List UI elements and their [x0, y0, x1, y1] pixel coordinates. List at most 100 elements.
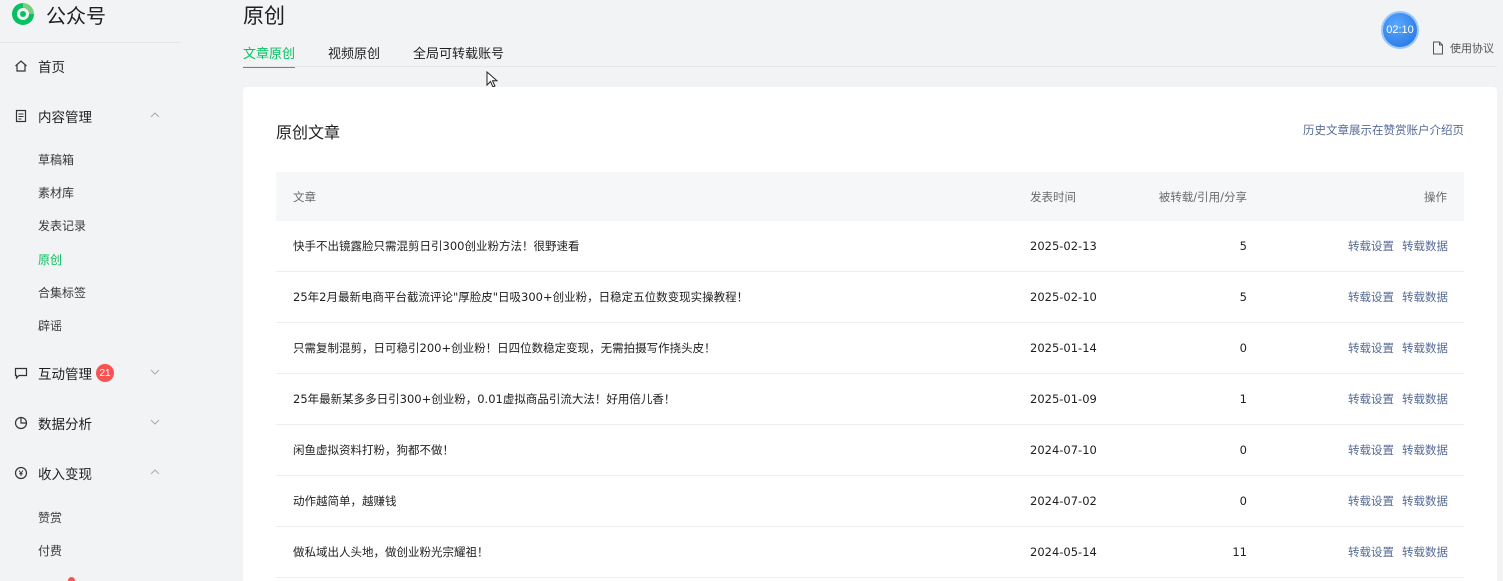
reprint-data-link[interactable]: 转载数据 — [1402, 443, 1448, 457]
wechat-mp-logo-icon — [12, 3, 34, 25]
page-title: 原创 — [243, 4, 285, 28]
sidebar-item-publish-records[interactable]: 发表记录 — [38, 217, 86, 233]
nav-data-analytics[interactable]: 数据分析 — [14, 413, 160, 433]
reprint-settings-link[interactable]: 转载设置 — [1348, 239, 1394, 253]
article-title[interactable]: 快手不出镜露脸只需混剪日引300创业粉方法！很野速看 — [276, 238, 1030, 254]
original-articles-card: 原创文章 历史文章展示在赞赏账户介绍页 文章 发表时间 被转载/引用/分享 操作… — [243, 87, 1497, 581]
article-count: 0 — [1239, 341, 1247, 355]
sidebar-item-appreciation[interactable]: 赞赏 — [38, 509, 62, 525]
appreciation-intro-link[interactable]: 历史文章展示在赞赏账户介绍页 — [1303, 122, 1464, 138]
chevron-down-icon[interactable] — [150, 419, 160, 425]
article-date: 2025-02-13 — [1030, 239, 1097, 253]
article-count: 5 — [1239, 239, 1247, 253]
card-title: 原创文章 — [276, 123, 341, 142]
usage-agreement-link[interactable]: 使用协议 — [1432, 40, 1494, 56]
nav-income-label: 收入变现 — [38, 467, 92, 483]
nav-interaction-label: 互动管理 — [38, 367, 92, 383]
notification-badge: 21 — [96, 364, 114, 382]
nav-content-management[interactable]: 内容管理 — [14, 106, 160, 126]
reprint-data-link[interactable]: 转载数据 — [1402, 545, 1448, 559]
article-count: 1 — [1239, 392, 1247, 406]
header-date: 发表时间 — [1030, 189, 1076, 204]
table-row: 动作越简单，越赚钱 2024-07-02 0 转载设置 转载数据 — [276, 476, 1464, 527]
article-date: 2025-02-10 — [1030, 290, 1097, 304]
nav-analytics-label: 数据分析 — [38, 417, 92, 433]
article-ops: 转载设置 转载数据 — [1247, 391, 1464, 407]
reprint-data-link[interactable]: 转载数据 — [1402, 290, 1448, 304]
reprint-data-link[interactable]: 转载数据 — [1402, 494, 1448, 508]
article-title[interactable]: 动作越简单，越赚钱 — [276, 493, 1030, 509]
message-icon — [14, 367, 28, 380]
sidebar-item-paid[interactable]: 付费 — [38, 542, 62, 558]
article-count: 5 — [1239, 290, 1247, 304]
table-row: 做私域出人头地，做创业粉光宗耀祖！ 2024-05-14 11 转载设置 转载数据 — [276, 527, 1464, 578]
chevron-down-icon[interactable] — [150, 369, 160, 375]
article-ops: 转载设置 转载数据 — [1247, 289, 1464, 305]
article-title[interactable]: 做私域出人头地，做创业粉光宗耀祖！ — [276, 544, 1030, 560]
brand-name: 公众号 — [46, 3, 106, 28]
tab-video-original[interactable]: 视频原创 — [328, 43, 380, 67]
reprint-data-link[interactable]: 转载数据 — [1402, 341, 1448, 355]
reprint-settings-link[interactable]: 转载设置 — [1348, 290, 1394, 304]
chevron-up-icon[interactable] — [150, 112, 160, 118]
yen-coin-icon — [14, 466, 28, 480]
reprint-settings-link[interactable]: 转载设置 — [1348, 494, 1394, 508]
nav-content-label: 内容管理 — [38, 110, 92, 126]
nav-interaction-management[interactable]: 互动管理 21 — [14, 363, 160, 383]
nav-home-label: 首页 — [38, 60, 65, 76]
article-date: 2025-01-14 — [1030, 341, 1097, 355]
table-row: 只需复制混剪，日可稳引200+创业粉！日四位数稳定变现，无需拍摄写作挠头皮！ 2… — [276, 323, 1464, 374]
reprint-settings-link[interactable]: 转载设置 — [1348, 443, 1394, 457]
red-dot-indicator — [68, 577, 75, 581]
reprint-data-link[interactable]: 转载数据 — [1402, 392, 1448, 406]
sidebar: 公众号 首页 内容管理 草稿箱 素材库 发表记录 原创 合集标签 辟谣 互动管理… — [0, 0, 190, 581]
recording-timer[interactable]: 02:10 — [1381, 11, 1419, 49]
table-row: 闲鱼虚拟资料打粉，狗都不做！ 2024-07-10 0 转载设置 转载数据 — [276, 425, 1464, 476]
article-ops: 转载设置 转载数据 — [1247, 493, 1464, 509]
nav-home[interactable]: 首页 — [14, 56, 154, 76]
article-ops: 转载设置 转载数据 — [1247, 544, 1464, 560]
header-ops: 操作 — [1424, 189, 1447, 204]
file-icon — [1433, 41, 1443, 55]
sidebar-item-rumor[interactable]: 辟谣 — [38, 317, 62, 333]
reprint-data-link[interactable]: 转载数据 — [1402, 239, 1448, 253]
article-title[interactable]: 25年2月最新电商平台截流评论"厚脸皮"日吸300+创业粉，日稳定五位数变现实操… — [276, 289, 1030, 305]
tab-global-reprint-accounts[interactable]: 全局可转载账号 — [413, 43, 504, 67]
sidebar-item-collection-tags[interactable]: 合集标签 — [38, 284, 86, 300]
chevron-up-icon[interactable] — [150, 469, 160, 475]
sidebar-item-materials[interactable]: 素材库 — [38, 184, 74, 200]
article-title[interactable]: 闲鱼虚拟资料打粉，狗都不做！ — [276, 442, 1030, 458]
article-date: 2024-05-14 — [1030, 545, 1097, 559]
article-title[interactable]: 25年最新某多多日引300+创业粉，0.01虚拟商品引流大法！好用倍儿香！ — [276, 391, 1030, 407]
article-count: 11 — [1232, 545, 1247, 559]
table-row: 25年2月最新电商平台截流评论"厚脸皮"日吸300+创业粉，日稳定五位数变现实操… — [276, 272, 1464, 323]
sidebar-item-original[interactable]: 原创 — [38, 251, 62, 267]
tabs-divider — [243, 66, 1497, 67]
article-ops: 转载设置 转载数据 — [1247, 340, 1464, 356]
article-date: 2024-07-02 — [1030, 494, 1097, 508]
table-row: 25年最新某多多日引300+创业粉，0.01虚拟商品引流大法！好用倍儿香！ 20… — [276, 374, 1464, 425]
nav-income-monetization[interactable]: 收入变现 — [14, 463, 160, 483]
header-article: 文章 — [293, 189, 316, 204]
article-title[interactable]: 只需复制混剪，日可稳引200+创业粉！日四位数稳定变现，无需拍摄写作挠头皮！ — [276, 340, 1030, 356]
article-ops: 转载设置 转载数据 — [1247, 442, 1464, 458]
reprint-settings-link[interactable]: 转载设置 — [1348, 341, 1394, 355]
reprint-settings-link[interactable]: 转载设置 — [1348, 545, 1394, 559]
article-count: 0 — [1239, 494, 1247, 508]
home-icon — [15, 60, 27, 72]
article-date: 2024-07-10 — [1030, 443, 1097, 457]
pie-chart-icon — [14, 416, 28, 430]
tab-bar: 文章原创 视频原创 全局可转载账号 — [243, 43, 537, 68]
logo-divider — [0, 42, 180, 43]
article-date: 2025-01-09 — [1030, 392, 1097, 406]
article-count: 0 — [1239, 443, 1247, 457]
sidebar-item-drafts[interactable]: 草稿箱 — [38, 151, 74, 167]
table-row: 快手不出镜露脸只需混剪日引300创业粉方法！很野速看 2025-02-13 5 … — [276, 221, 1464, 272]
tab-article-original[interactable]: 文章原创 — [243, 43, 296, 68]
articles-table: 文章 发表时间 被转载/引用/分享 操作 快手不出镜露脸只需混剪日引300创业粉… — [276, 172, 1464, 578]
reprint-settings-link[interactable]: 转载设置 — [1348, 392, 1394, 406]
header-count: 被转载/引用/分享 — [1158, 189, 1247, 204]
article-ops: 转载设置 转载数据 — [1247, 238, 1464, 254]
table-header: 文章 发表时间 被转载/引用/分享 操作 — [276, 172, 1464, 221]
brand-logo[interactable]: 公众号 — [10, 0, 106, 28]
